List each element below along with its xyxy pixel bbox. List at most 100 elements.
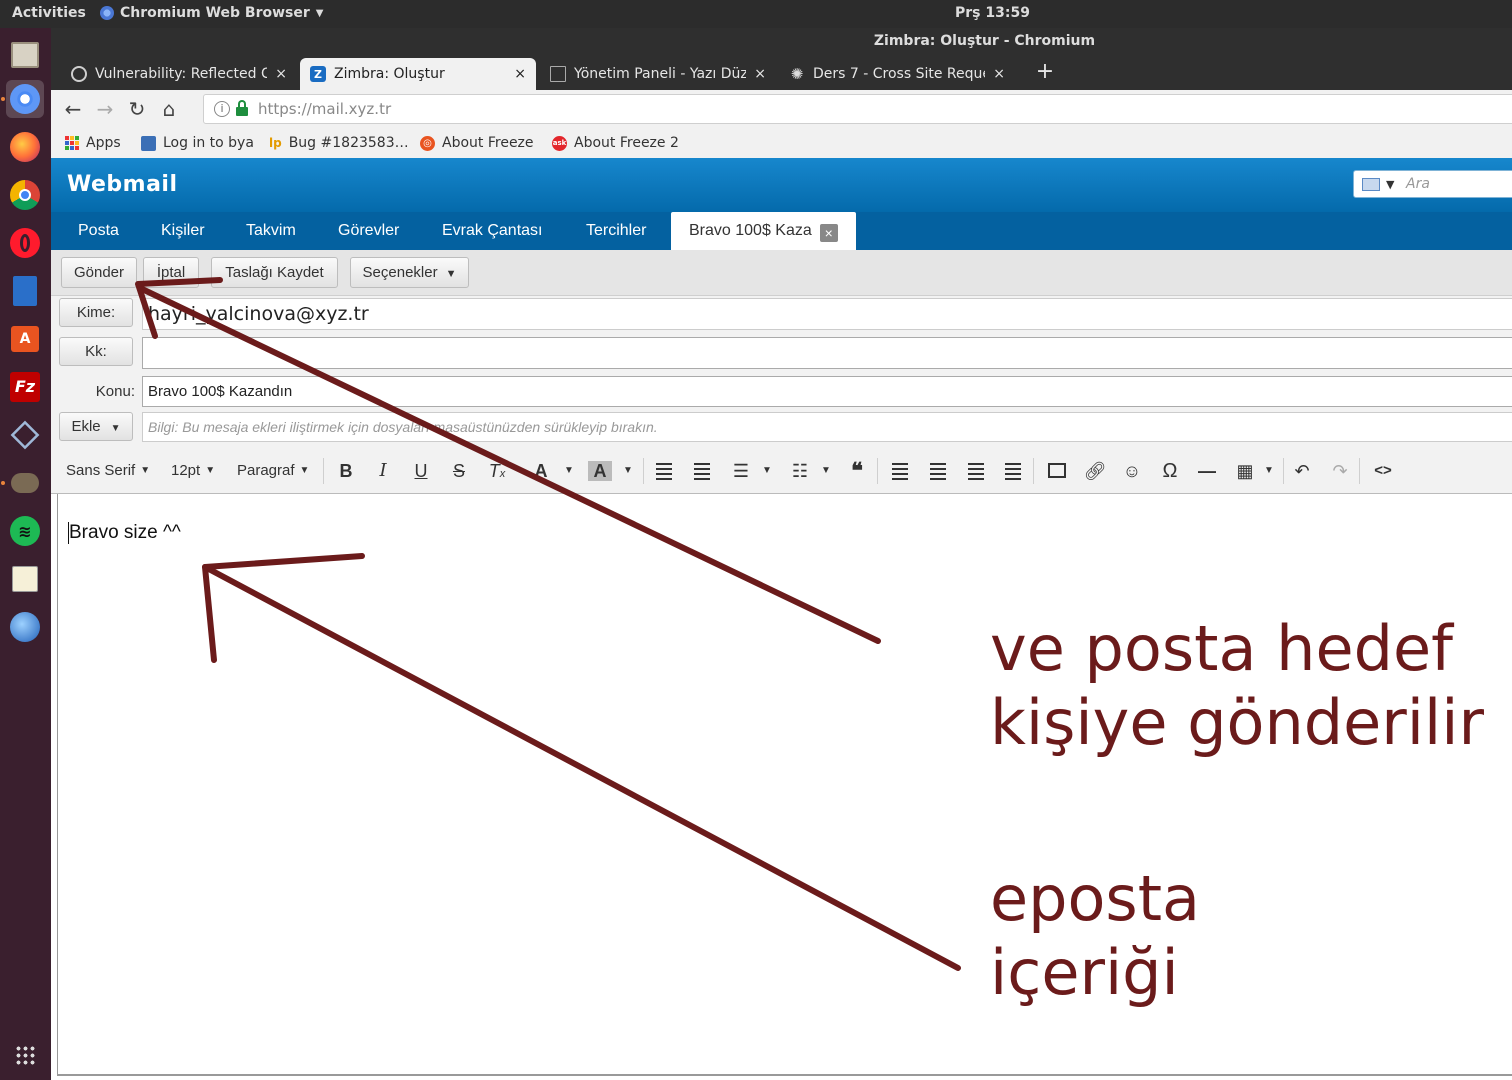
bookmark-log-in-to-bya[interactable]: Log in to bya	[141, 132, 254, 154]
address-bar[interactable]: i https://mail.xyz.tr	[203, 94, 1512, 124]
close-icon[interactable]: ×	[754, 66, 766, 82]
strikethrough-icon[interactable]: S	[447, 459, 471, 483]
dock-text-editor[interactable]	[6, 560, 44, 598]
save-draft-button[interactable]: Taslağı Kaydet	[211, 257, 338, 288]
back-button[interactable]: ←	[60, 96, 86, 122]
dock-chrome[interactable]	[6, 176, 44, 214]
numbered-list-icon[interactable]: ☷	[788, 459, 812, 483]
webmail-logo[interactable]: Webmail	[67, 172, 178, 197]
close-icon[interactable]: ×	[275, 66, 287, 82]
paragraph-select[interactable]: Paragraf ▼	[237, 460, 309, 482]
cc-field[interactable]	[142, 337, 1512, 369]
screen: Activities Chromium Web Browser ▼ Prş 13…	[0, 0, 1512, 1080]
dock-gimp[interactable]	[6, 464, 44, 502]
close-icon[interactable]: ×	[819, 224, 838, 242]
dock-thunderbird[interactable]	[6, 608, 44, 646]
to-field[interactable]: hayri_yalcinova@xyz.tr	[142, 298, 1512, 330]
attach-button[interactable]: Ekle ▼	[59, 412, 133, 441]
arrow-left-icon: ←	[64, 97, 82, 121]
tab-posta[interactable]: Posta	[78, 212, 119, 250]
subject-field[interactable]: Bravo 100$ Kazandın	[142, 376, 1512, 407]
forward-button[interactable]: →	[92, 96, 118, 122]
annotation-line: ve posta hedef	[990, 612, 1453, 685]
bookmark-bug[interactable]: lp Bug #1823583…	[269, 132, 409, 154]
info-icon[interactable]: i	[214, 101, 230, 117]
arrow-right-icon: →	[96, 97, 114, 121]
tab-compose[interactable]: Bravo 100$ Kaza ×	[671, 212, 856, 250]
toolbar-divider	[877, 458, 878, 484]
close-icon[interactable]: ×	[993, 66, 1005, 82]
italic-icon[interactable]: I	[371, 459, 395, 483]
blockquote-icon[interactable]: ❝	[845, 459, 869, 483]
tab-evrak-cantasi[interactable]: Evrak Çantası	[442, 212, 542, 250]
emoji-icon[interactable]: ☺	[1120, 459, 1144, 483]
app-menu[interactable]: Chromium Web Browser ▼	[100, 5, 323, 21]
underline-icon[interactable]: U	[409, 459, 433, 483]
bookmark-apps[interactable]: Apps	[65, 132, 121, 154]
bookmark-about-freeze[interactable]: ◎ About Freeze	[420, 132, 534, 154]
chevron-down-icon[interactable]: ▼	[755, 459, 779, 483]
dock-chromium[interactable]	[6, 80, 44, 118]
bookmark-about-freeze-2[interactable]: ask About Freeze 2	[552, 132, 679, 154]
tab-gorevler[interactable]: Görevler	[338, 212, 399, 250]
message-body-editor[interactable]: Bravo size ^^	[57, 494, 1512, 1076]
close-icon[interactable]: ×	[514, 66, 526, 82]
table-icon[interactable]: ▦	[1233, 459, 1257, 483]
undo-icon[interactable]: ↶	[1290, 459, 1314, 483]
dock-files[interactable]	[6, 36, 44, 74]
tab-vulnerability[interactable]: Vulnerability: Reflected C ×	[61, 58, 297, 90]
text-color-icon[interactable]: A	[529, 459, 553, 483]
background-color-icon[interactable]: A	[588, 461, 612, 481]
options-button[interactable]: Seçenekler ▼	[350, 257, 469, 288]
window-titlebar: Zimbra: Oluştur - Chromium	[51, 28, 1512, 54]
dock-filezilla[interactable]: Fz	[6, 368, 44, 406]
align-center-icon[interactable]	[926, 459, 950, 483]
dock-writer[interactable]	[6, 272, 44, 310]
outdent-icon[interactable]	[652, 459, 676, 483]
cc-button[interactable]: Kk:	[59, 337, 133, 366]
chevron-down-icon[interactable]: ▼	[557, 459, 581, 483]
new-tab-button[interactable]: +	[1031, 58, 1059, 86]
font-family-select[interactable]: Sans Serif ▼	[66, 460, 150, 482]
dock-spotify[interactable]: ≋	[6, 512, 44, 550]
redo-icon[interactable]: ↷	[1328, 459, 1352, 483]
show-applications[interactable]	[6, 1036, 44, 1074]
attach-dropzone[interactable]: Bilgi: Bu mesaja ekleri iliştirmek için …	[142, 412, 1512, 442]
source-code-icon[interactable]: <>	[1371, 459, 1395, 483]
align-left-icon[interactable]	[888, 459, 912, 483]
thunderbird-icon	[10, 612, 40, 642]
image-icon[interactable]	[1045, 459, 1069, 483]
dock-opera[interactable]	[6, 224, 44, 262]
tab-takvim[interactable]: Takvim	[246, 212, 296, 250]
clear-format-icon[interactable]: Tx	[485, 459, 509, 483]
chevron-down-icon[interactable]: ▼	[1257, 459, 1281, 483]
font-size-select[interactable]: 12pt ▼	[171, 460, 215, 482]
reload-button[interactable]: ↻	[124, 96, 150, 122]
special-character-icon[interactable]: Ω	[1158, 459, 1182, 483]
dock-virtualbox[interactable]	[6, 416, 44, 454]
tab-ders-7[interactable]: ✺ Ders 7 - Cross Site Reques ×	[779, 58, 1015, 90]
send-button[interactable]: Gönder	[61, 257, 137, 288]
dock-software[interactable]: A	[6, 320, 44, 358]
home-button[interactable]: ⌂	[156, 96, 182, 122]
tab-tercihler[interactable]: Tercihler	[586, 212, 646, 250]
bold-icon[interactable]: B	[334, 459, 358, 483]
to-button[interactable]: Kime:	[59, 298, 133, 327]
search-input[interactable]: ▼ Ara	[1353, 170, 1512, 198]
tab-yonetim-paneli[interactable]: Yönetim Paneli - Yazı Düze ×	[540, 58, 776, 90]
activities-button[interactable]: Activities	[12, 5, 86, 21]
indent-icon[interactable]	[690, 459, 714, 483]
chevron-down-icon[interactable]: ▼	[616, 459, 640, 483]
bullet-list-icon[interactable]: ☰	[729, 459, 753, 483]
cancel-button[interactable]: İptal	[143, 257, 199, 288]
chevron-down-icon[interactable]: ▼	[1386, 178, 1394, 191]
chevron-down-icon[interactable]: ▼	[814, 459, 838, 483]
tab-zimbra-compose[interactable]: Z Zimbra: Oluştur ×	[300, 58, 536, 90]
align-right-icon[interactable]	[964, 459, 988, 483]
tab-kisiler[interactable]: Kişiler	[161, 212, 205, 250]
link-icon[interactable]: 🔗︎	[1083, 459, 1107, 483]
clock[interactable]: Prş 13:59	[955, 5, 1030, 21]
horizontal-rule-icon[interactable]: —	[1195, 459, 1219, 483]
align-justify-icon[interactable]	[1001, 459, 1025, 483]
dock-firefox[interactable]	[6, 128, 44, 166]
